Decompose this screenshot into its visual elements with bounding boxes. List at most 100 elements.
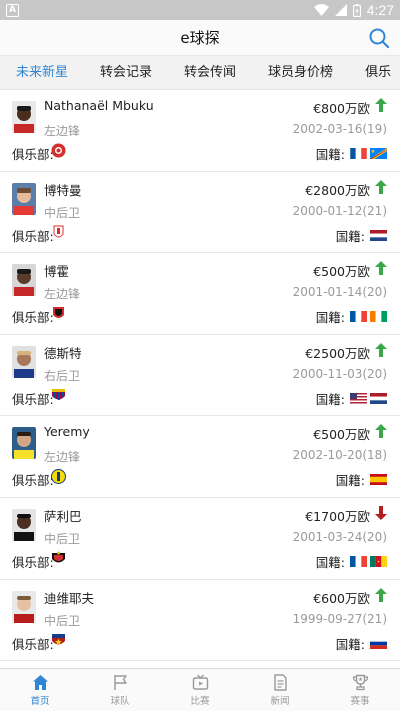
trend-up-icon <box>375 424 387 439</box>
nav-home-label: 首页 <box>30 695 50 707</box>
usa-flag-icon <box>350 392 367 404</box>
trend-up-icon <box>375 261 387 276</box>
ivory-coast-flag-icon <box>370 311 387 323</box>
tab-player-value-ranking[interactable]: 球员身价榜 <box>252 56 349 89</box>
tab-club[interactable]: 俱乐 <box>349 56 400 89</box>
club-label: 俱乐部: <box>12 228 54 244</box>
rennes-logo-icon <box>53 307 64 319</box>
nationality-label: 国籍: <box>315 147 345 162</box>
player-position: 左边锋 <box>44 124 81 138</box>
nationality-label: 国籍: <box>315 391 345 407</box>
nav-competitions-label: 赛事 <box>350 695 370 707</box>
battery-icon <box>352 3 361 17</box>
flag-icon <box>113 674 127 690</box>
birth-date: 2002-03-16(19) <box>292 122 387 136</box>
birth-date: 1999-09-27(21) <box>292 611 387 626</box>
birth-date: 2001-01-14(20) <box>292 285 387 300</box>
club-label: 俱乐部: <box>12 554 54 570</box>
trend-up-icon <box>375 342 387 357</box>
nationality-label: 国籍: <box>315 310 345 326</box>
player-row[interactable]: Yeremy 左边锋 俱乐部: €500万欧 2002-10-20(18) 国籍… <box>0 416 400 498</box>
trend-up-icon <box>375 98 387 112</box>
tab-transfer-rumors[interactable]: 转会传闻 <box>168 56 252 89</box>
player-row[interactable]: 迪维耶夫 中后卫 俱乐部: €600万欧 1999-09-27(21) 国籍: <box>0 580 400 662</box>
player-avatar <box>12 427 36 460</box>
birth-date: 2000-11-03(20) <box>292 366 387 381</box>
france-flag-icon <box>350 148 367 159</box>
birth-date: 2000-01-12(21) <box>292 203 387 218</box>
player-row[interactable]: 萨利巴 中后卫 俱乐部: €1700万欧 2001-03-24(20) 国籍: <box>0 498 400 580</box>
club-label: 俱乐部: <box>12 391 54 407</box>
market-value: €500万欧 <box>313 264 370 280</box>
nav-competitions[interactable]: 赛事 <box>320 669 400 711</box>
nav-matches-label: 比赛 <box>190 695 210 707</box>
player-name: 德斯特 <box>44 345 82 361</box>
nationality: 国籍: <box>316 389 387 408</box>
nav-matches[interactable]: 比赛 <box>160 669 240 711</box>
cameroon-flag-icon <box>370 555 387 567</box>
nationality: 国籍: <box>336 226 387 245</box>
tab-transfer-records[interactable]: 转会记录 <box>84 56 168 89</box>
player-list: Nathanaël Mbuku 左边锋 俱乐部: €800万欧 2002-03-… <box>0 90 400 668</box>
market-value: €1700万欧 <box>305 508 370 524</box>
nav-teams[interactable]: 球队 <box>80 669 160 711</box>
market-value: €2500万欧 <box>305 345 370 361</box>
nav-news[interactable]: 新闻 <box>240 669 320 711</box>
player-position: 中后卫 <box>44 205 81 220</box>
player-position: 左边锋 <box>44 287 81 302</box>
nationality-label: 国籍: <box>335 228 365 244</box>
france-flag-icon <box>350 311 367 323</box>
market-value: €2800万欧 <box>305 182 370 198</box>
dr-congo-flag-icon <box>370 148 387 159</box>
market-value: €600万欧 <box>313 590 370 606</box>
page-title: e球探 <box>180 29 220 47</box>
barcelona-logo-icon <box>52 388 65 400</box>
trend-up-icon <box>375 179 387 194</box>
bottom-navigation: 首页 球队 比赛 新闻 赛事 <box>0 668 400 711</box>
trend-up-icon <box>375 587 387 602</box>
reims-logo-icon <box>51 143 66 158</box>
app-header: e球探 <box>0 20 400 56</box>
france-flag-icon <box>350 555 367 567</box>
nationality: 国籍: <box>336 634 387 653</box>
status-bar: A 4:27 <box>0 0 400 20</box>
nav-home[interactable]: 首页 <box>0 669 80 711</box>
player-name: 萨利巴 <box>44 508 82 524</box>
nationality: 国籍: <box>316 552 387 571</box>
player-position: 中后卫 <box>44 613 81 628</box>
spain-flag-icon <box>370 474 387 486</box>
market-value: €500万欧 <box>313 427 370 443</box>
tab-rising-stars[interactable]: 未来新星 <box>0 56 84 89</box>
category-tabs: 未来新星 转会记录 转会传闻 球员身价榜 俱乐 <box>0 56 400 90</box>
nationality-label: 国籍: <box>315 554 345 570</box>
club-label: 俱乐部: <box>12 147 54 162</box>
search-icon[interactable] <box>368 27 390 49</box>
nationality: 国籍: <box>316 307 387 326</box>
netherlands-flag-icon <box>370 392 387 404</box>
birth-date: 2002-10-20(18) <box>292 448 387 463</box>
clock: 4:27 <box>366 2 394 18</box>
player-name: 博特曼 <box>44 182 82 198</box>
birth-date: 2001-03-24(20) <box>292 529 387 544</box>
player-name: 迪维耶夫 <box>44 590 95 606</box>
news-icon <box>273 673 287 691</box>
club-label: 俱乐部: <box>12 473 54 489</box>
club-label: 俱乐部: <box>12 310 54 326</box>
player-row[interactable]: 博霍 左边锋 俱乐部: €500万欧 2001-01-14(20) 国籍: <box>0 253 400 335</box>
player-avatar <box>12 101 36 133</box>
tv-icon <box>192 674 208 690</box>
trend-down-icon <box>375 505 387 520</box>
club-label: 俱乐部: <box>12 636 54 652</box>
player-row[interactable]: 德斯特 右后卫 俱乐部: €2500万欧 2000-11-03(20) 国籍: <box>0 335 400 417</box>
nice-logo-icon <box>52 551 65 563</box>
player-row[interactable]: 博特曼 中后卫 俱乐部: €2800万欧 2000-01-12(21) 国籍: <box>0 172 400 254</box>
netherlands-flag-icon <box>370 229 387 241</box>
player-name: Yeremy <box>44 424 90 440</box>
player-avatar <box>12 345 36 378</box>
lille-logo-icon <box>53 225 64 238</box>
player-avatar <box>12 264 36 297</box>
player-avatar <box>12 590 36 623</box>
player-row[interactable]: Nathanaël Mbuku 左边锋 俱乐部: €800万欧 2002-03-… <box>0 90 400 172</box>
cska-moscow-logo-icon <box>52 633 65 645</box>
nav-news-label: 新闻 <box>270 695 290 707</box>
